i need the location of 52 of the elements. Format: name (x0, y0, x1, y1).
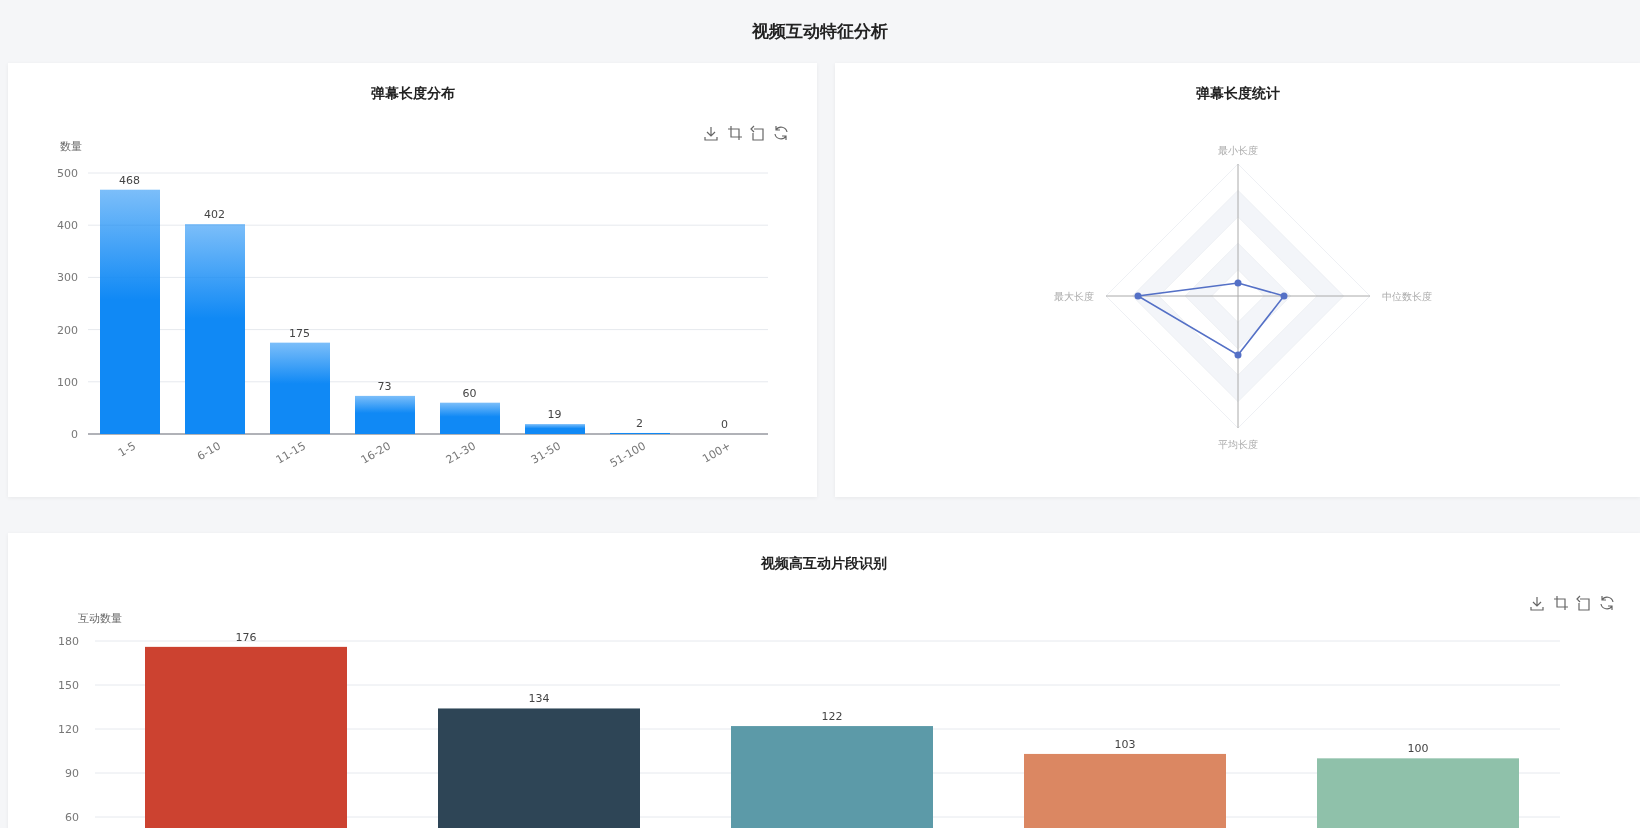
radar-point (1134, 292, 1142, 300)
radar-point (1280, 292, 1288, 300)
crop-icon[interactable] (727, 125, 743, 141)
radar-axis-label: 最大长度 (1054, 291, 1094, 302)
axis-title: 数量 (60, 140, 82, 153)
axis-tick-label: 180 (58, 635, 79, 648)
data-label: 19 (547, 408, 562, 422)
axis-tick-label: 150 (58, 679, 79, 692)
axis-tick-label: 500 (57, 167, 78, 180)
radar-point (1234, 279, 1242, 287)
data-label: 100 (1407, 742, 1429, 756)
download-icon[interactable] (704, 126, 718, 141)
axis-tick-label: 300 (57, 271, 78, 285)
data-label: 103 (1114, 737, 1136, 751)
axis-tick-label: 100+ (700, 439, 733, 466)
data-label: 0 (721, 418, 728, 431)
chart-title: 弹幕长度分布 (369, 84, 456, 103)
data-label: 175 (289, 326, 310, 340)
bar (355, 395, 415, 434)
axis-tick-label: 100 (57, 375, 78, 389)
axis-tick-label: 60 (65, 811, 79, 824)
bar (440, 402, 500, 434)
axis-tick-label: 400 (57, 219, 78, 233)
chart-title: 视频高互动片段识别 (760, 554, 888, 573)
axis-tick-label: 6-10 (194, 439, 223, 464)
bar (525, 424, 585, 434)
download-icon[interactable] (1530, 596, 1544, 611)
undo-icon[interactable] (1576, 595, 1590, 611)
radar-axis-label: 中位数长度 (1382, 291, 1432, 302)
data-label: 134 (528, 692, 550, 706)
axis-tick-label: 1-5 (115, 439, 138, 460)
data-label: 402 (204, 208, 225, 222)
axis-tick-label: 90 (65, 767, 79, 780)
crop-icon[interactable] (1553, 595, 1569, 611)
data-label: 2 (636, 416, 643, 430)
data-label: 60 (462, 386, 477, 400)
axis-tick-label: 0 (71, 428, 78, 441)
data-label: 73 (377, 379, 392, 393)
axis-title: 互动数量 (78, 612, 122, 625)
radar-axis-label: 平均长度 (1218, 439, 1258, 450)
refresh-icon[interactable] (1600, 595, 1614, 611)
data-label: 468 (119, 173, 140, 187)
data-label: 122 (821, 710, 843, 724)
axis-tick-label: 200 (57, 323, 78, 337)
axis-tick-label: 120 (58, 723, 79, 736)
radar-point (1234, 351, 1242, 359)
page-title: 视频互动特征分析 (751, 20, 889, 43)
data-label: 176 (235, 630, 257, 644)
chart-title: 弹幕长度统计 (1194, 84, 1281, 103)
refresh-icon[interactable] (774, 125, 788, 141)
undo-icon[interactable] (750, 125, 764, 141)
radar-axis-label: 最小长度 (1218, 145, 1258, 156)
